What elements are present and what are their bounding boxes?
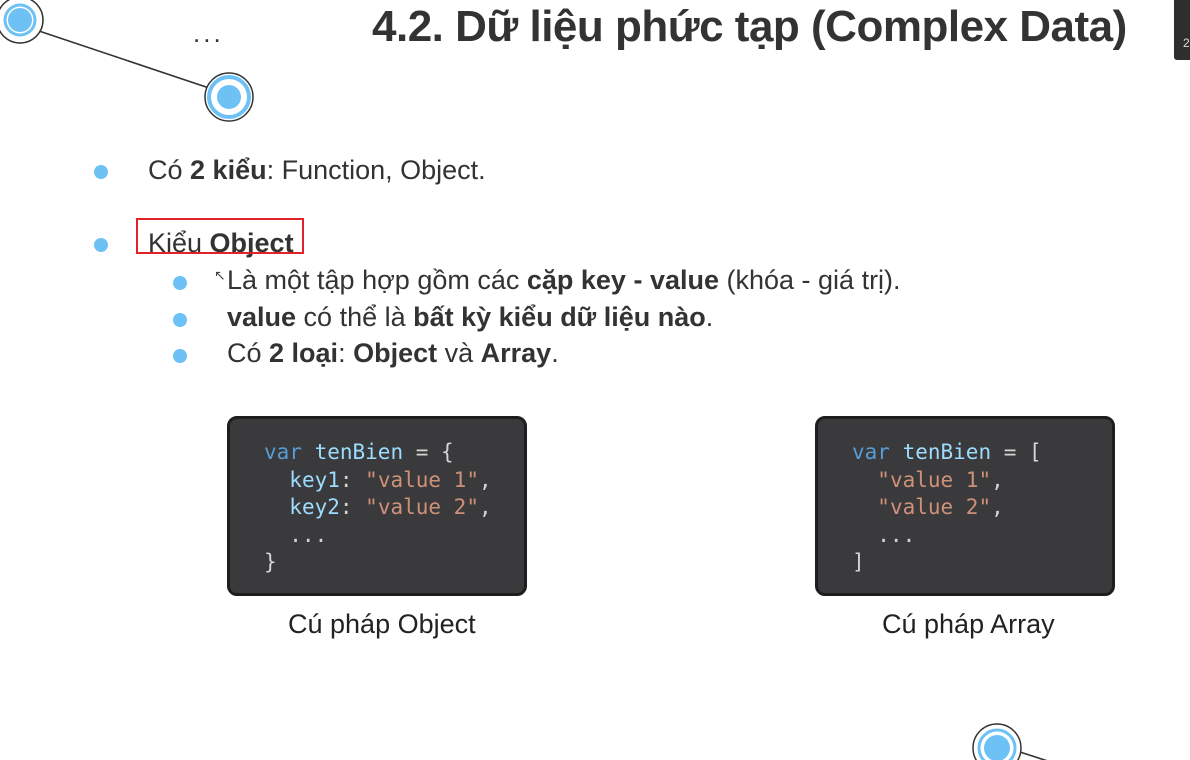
sub-bullet-key-value: Là một tập hợp gồm các cặp key - value (…	[227, 265, 901, 295]
page-title: 4.2. Dữ liệu phức tạp (Complex Data)	[372, 2, 1127, 51]
sub-bullet-two-types: Có 2 loại: Object và Array.	[227, 338, 559, 368]
decor-graph	[0, 0, 1048, 760]
caption-object-syntax: Cú pháp Object	[288, 609, 476, 639]
highlight-box	[136, 218, 304, 254]
connector-line	[29, 27, 216, 91]
node-bottom-right	[972, 723, 1048, 760]
video-thumbnail[interactable]: 2	[1174, 0, 1190, 60]
sub-bullet-dot-icon	[173, 349, 187, 363]
bullet-dot-icon	[94, 165, 108, 179]
caption-array-syntax: Cú pháp Array	[882, 609, 1055, 639]
code-block-object: var tenBien = { key1: "value 1", key2: "…	[227, 416, 527, 596]
sub-bullet-value-any-type: value có thể là bất kỳ kiểu dữ liệu nào.	[227, 302, 714, 332]
sub-bullet-dot-icon	[173, 313, 187, 327]
code-block-array: var tenBien = [ "value 1", "value 2", ..…	[815, 416, 1115, 596]
ellipsis-text: ...	[193, 18, 224, 48]
bullet-dot-icon	[94, 238, 108, 252]
node-top-left	[0, 0, 44, 44]
cursor-icon: ↖	[214, 267, 226, 283]
sub-bullet-dot-icon	[173, 276, 187, 290]
bullet-function-object: Có 2 kiểu: Function, Object.	[148, 155, 486, 185]
node-upper	[204, 72, 254, 122]
